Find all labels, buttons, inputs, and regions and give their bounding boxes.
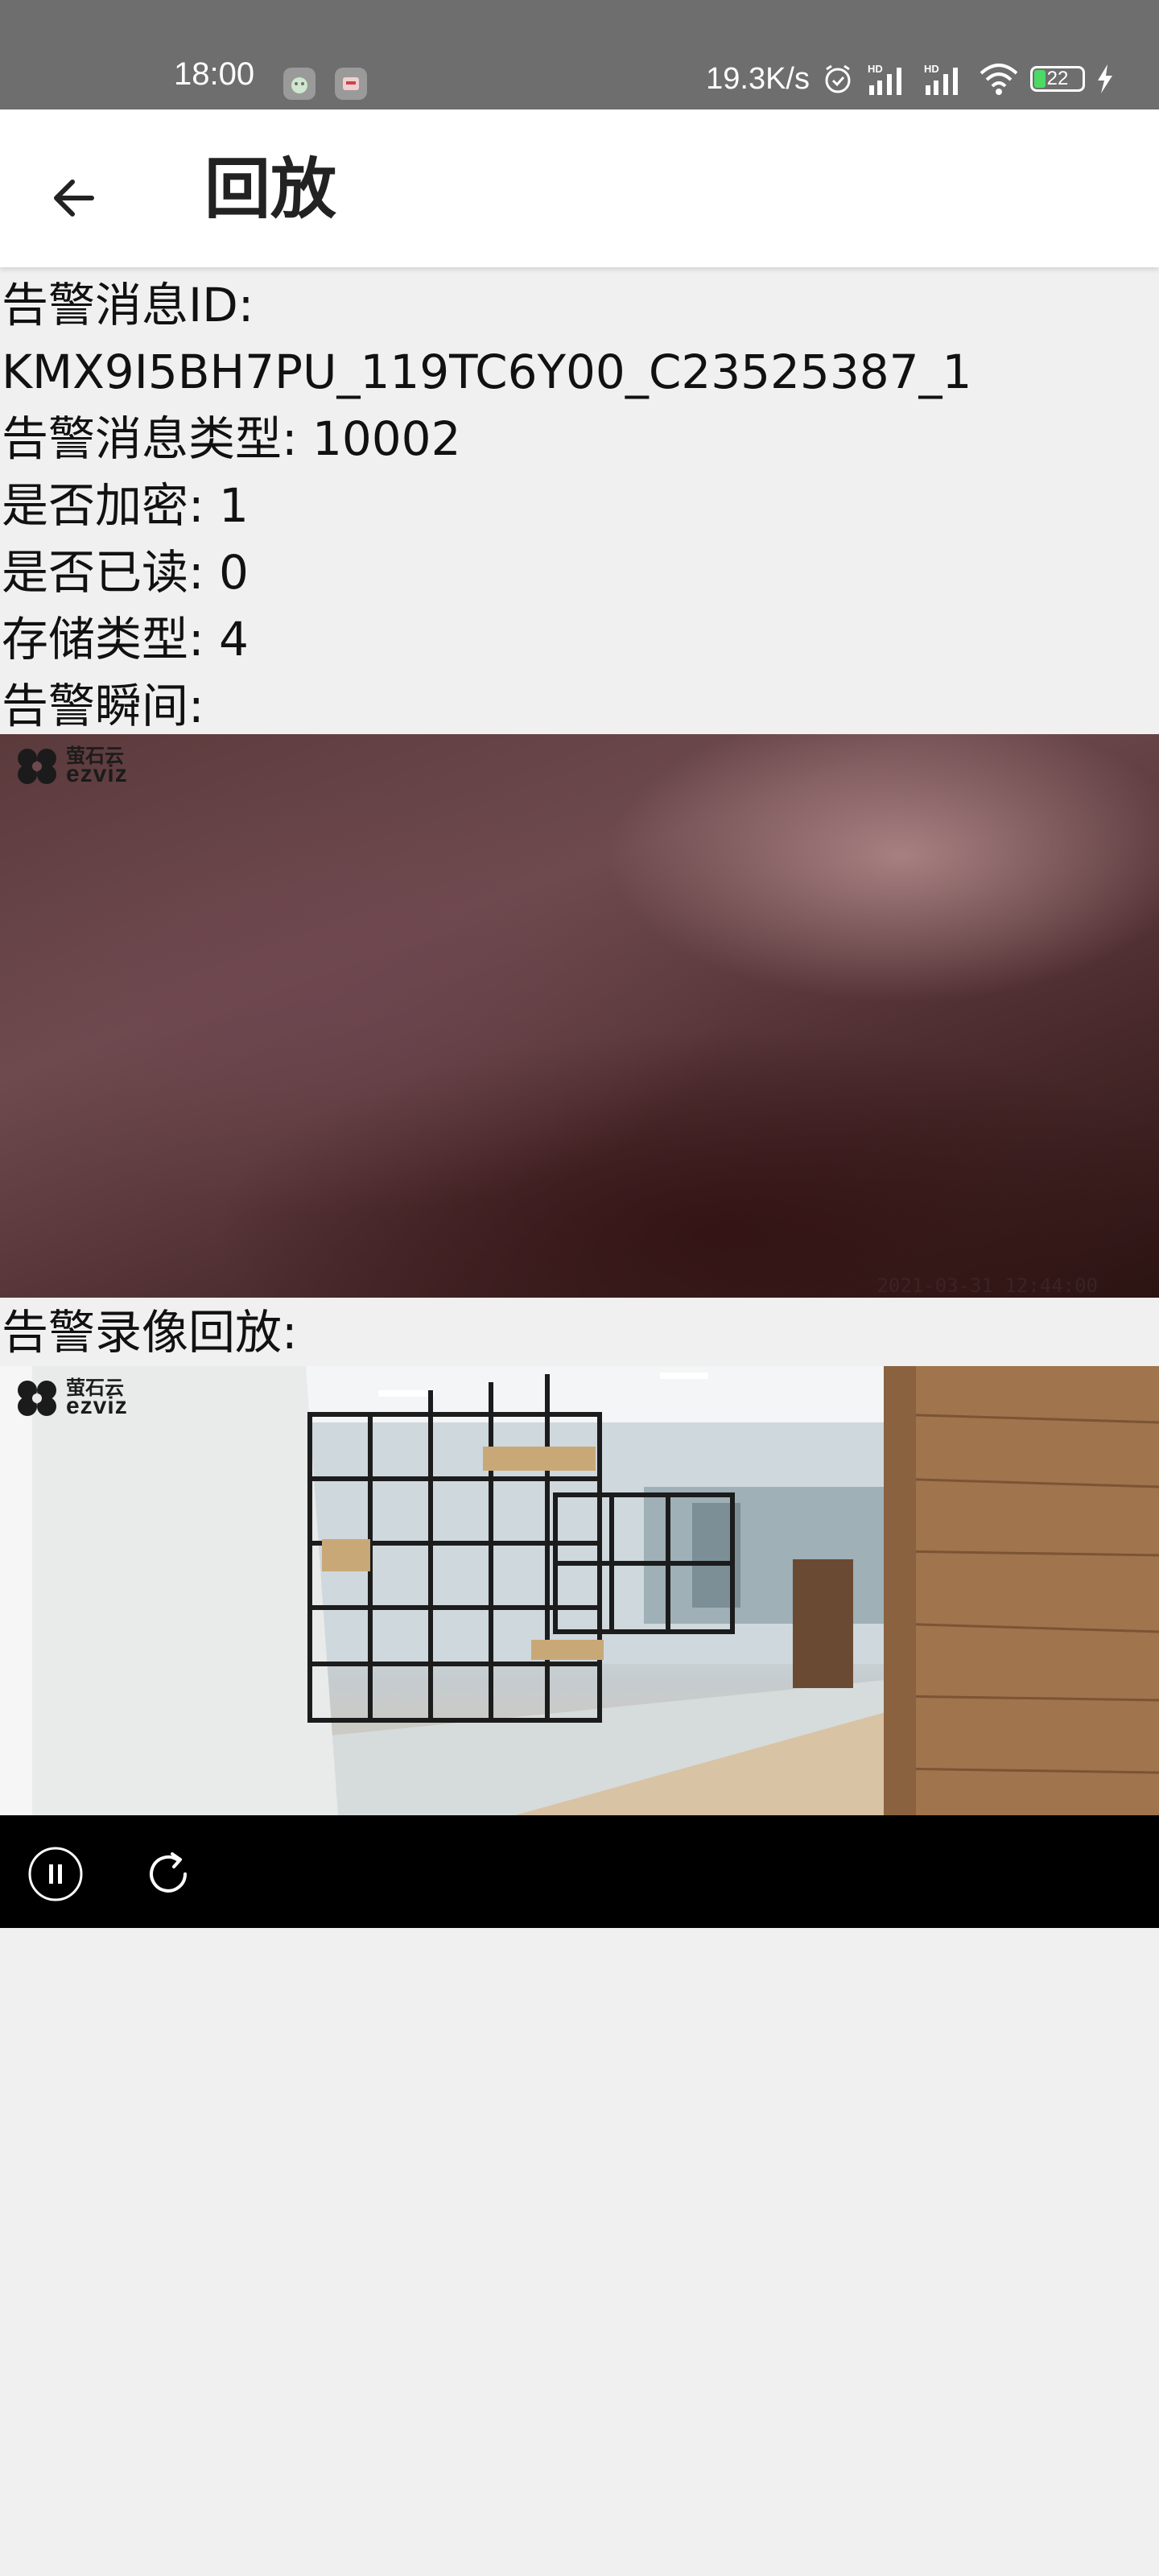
pause-icon bbox=[28, 1847, 83, 1901]
image-timestamp: 2021-03-31 12:44:00 bbox=[876, 1274, 1098, 1297]
video-ezviz-logo: 萤石云 ezviz bbox=[13, 1377, 128, 1418]
video-controls bbox=[0, 1815, 1159, 1928]
video-player[interactable]: 萤石云 ezviz bbox=[0, 1366, 1159, 1815]
app-notification-icon-2 bbox=[335, 68, 367, 100]
alarm-snapshot-image: 萤石云 ezviz 2021-03-31 12:44:00 bbox=[0, 734, 1159, 1298]
msg-id-label: 告警消息ID: bbox=[2, 278, 254, 332]
status-bar: 18:00 19.3K/s HD HD 22 bbox=[0, 0, 1159, 109]
charging-icon bbox=[1096, 64, 1114, 93]
video-scene bbox=[0, 1366, 1159, 1815]
hd-signal-icon: HD bbox=[866, 61, 911, 97]
alarm-info: 告警消息ID: KMX9I5BH7PU_119TC6Y00_C23525387_… bbox=[0, 272, 1159, 740]
status-right-group: 19.3K/s HD HD 22 bbox=[706, 61, 1114, 97]
refresh-icon bbox=[150, 1852, 187, 1893]
alarm-moment-label: 告警瞬间: bbox=[2, 679, 204, 733]
network-speed: 19.3K/s bbox=[706, 61, 810, 96]
svg-text:HD: HD bbox=[924, 63, 939, 75]
arrow-left-icon bbox=[54, 180, 94, 217]
battery-icon: 22 bbox=[1030, 66, 1085, 92]
battery-level: 22 bbox=[1046, 68, 1069, 89]
refresh-button[interactable] bbox=[140, 1846, 196, 1902]
hd-signal-icon-2: HD bbox=[922, 61, 967, 97]
pause-button[interactable] bbox=[27, 1846, 84, 1902]
svg-text:HD: HD bbox=[868, 63, 883, 75]
back-button[interactable] bbox=[32, 156, 116, 240]
msg-id-value: KMX9I5BH7PU_119TC6Y00_C23525387_1 bbox=[2, 345, 972, 399]
app-notification-icon bbox=[283, 68, 316, 100]
ezviz-logo-text-bottom: ezviz bbox=[66, 761, 128, 787]
status-time: 18:00 bbox=[174, 56, 255, 92]
read-flag: 是否已读: 0 bbox=[2, 545, 249, 600]
video-label: 告警录像回放: bbox=[2, 1305, 298, 1360]
page-title: 回放 bbox=[204, 151, 337, 228]
wifi-icon bbox=[979, 62, 1019, 96]
app-bar: 回放 bbox=[0, 109, 1159, 267]
msg-type: 告警消息类型: 10002 bbox=[2, 411, 461, 466]
storage-type: 存储类型: 4 bbox=[2, 612, 249, 667]
encrypted-flag: 是否加密: 1 bbox=[2, 478, 249, 533]
ezviz-logo: 萤石云 ezviz bbox=[13, 745, 128, 786]
video-logo-text-bottom: ezviz bbox=[66, 1393, 128, 1419]
ezviz-logo-icon bbox=[18, 1381, 56, 1416]
alarm-icon bbox=[821, 62, 855, 96]
ezviz-logo-icon bbox=[18, 749, 56, 784]
